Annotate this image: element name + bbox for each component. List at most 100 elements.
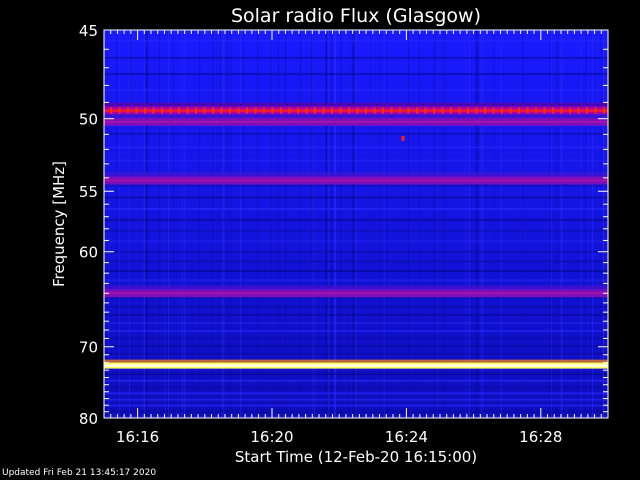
band-spike <box>220 107 223 114</box>
band-center <box>104 120 608 123</box>
band-spike <box>195 107 197 114</box>
texture-row <box>104 146 608 149</box>
y-tick-label: 60 <box>79 244 98 262</box>
band-spike <box>161 107 163 114</box>
band-spike <box>458 107 461 114</box>
band-spike <box>178 107 180 114</box>
x-tick-label: 16:24 <box>385 428 428 446</box>
spectrogram-chart: Solar radio Flux (Glasgow) 45 50 55 60 70 80 1… <box>50 5 609 466</box>
band-spike <box>509 107 512 114</box>
texture-row <box>104 159 608 162</box>
band-spike <box>586 107 588 114</box>
band-center <box>104 364 608 367</box>
band-spike <box>492 107 495 114</box>
texture-row <box>104 270 608 272</box>
band-spike <box>407 107 410 114</box>
band-spike <box>543 107 546 114</box>
texture-row <box>104 373 608 376</box>
texture-row <box>104 392 608 395</box>
band-spike <box>424 107 427 114</box>
band-spike <box>373 107 376 114</box>
texture-row <box>104 352 608 355</box>
texture-row <box>104 379 608 382</box>
texture-row <box>104 279 608 282</box>
texture-row <box>104 219 608 222</box>
band-spike <box>416 107 418 114</box>
band-spike <box>535 107 537 114</box>
band-spike <box>577 107 580 114</box>
band-spike <box>484 107 486 114</box>
band-spike <box>475 107 478 114</box>
band-spike <box>569 107 571 114</box>
texture-row <box>104 398 608 401</box>
band-spike <box>135 107 138 114</box>
texture-row <box>104 314 608 316</box>
band-spike <box>229 107 231 114</box>
y-tick-label: 80 <box>79 410 98 428</box>
burst-blip <box>401 135 405 141</box>
band-spike <box>501 107 503 114</box>
band-spike <box>127 107 129 114</box>
texture-row <box>104 184 608 187</box>
band-spike <box>467 107 469 114</box>
band-spike <box>237 107 240 114</box>
band-spike <box>331 107 333 114</box>
band-spike <box>152 107 155 114</box>
chart-title: Solar radio Flux (Glasgow) <box>231 5 481 27</box>
band-spike <box>348 107 350 114</box>
texture-row <box>104 230 608 232</box>
band-spike <box>399 107 401 114</box>
x-tick-label: 16:20 <box>250 428 293 446</box>
texture-row <box>104 404 608 407</box>
texture-row <box>104 322 608 325</box>
band-spike <box>144 107 146 114</box>
texture-row <box>104 208 608 210</box>
band-spike <box>314 107 316 114</box>
texture-row <box>104 88 608 91</box>
band-spike <box>450 107 452 114</box>
band-center <box>104 292 608 295</box>
band-spike <box>203 107 206 114</box>
y-axis-label: Frequency [MHz] <box>50 161 68 287</box>
texture-row <box>104 56 608 59</box>
texture-row <box>104 410 608 413</box>
y-tick-label: 55 <box>79 183 98 201</box>
texture-row <box>104 297 608 300</box>
x-tick-label: 16:16 <box>116 428 159 446</box>
band-spike <box>263 107 265 114</box>
band-spike <box>339 107 342 114</box>
texture-row <box>104 73 608 76</box>
band-spike <box>390 107 393 114</box>
band-spike <box>518 107 520 114</box>
band-spike <box>271 107 274 114</box>
band-spike <box>280 107 282 114</box>
texture-row <box>104 305 608 308</box>
band-spike <box>433 107 435 114</box>
band-spike <box>526 107 529 114</box>
band-spike <box>603 107 605 114</box>
x-axis-label: Start Time (12-Feb-20 16:15:00) <box>235 448 477 466</box>
band-spike <box>246 107 248 114</box>
band-spike <box>297 107 299 114</box>
band-spike <box>560 107 563 114</box>
texture-row <box>104 132 608 135</box>
y-tick-label: 70 <box>79 339 98 357</box>
band-spike <box>254 107 257 114</box>
band-spike <box>212 107 214 114</box>
band-spike <box>288 107 291 114</box>
band-spike <box>552 107 554 114</box>
texture-row <box>104 337 608 340</box>
texture-row <box>104 240 608 243</box>
updated-timestamp: Updated Fri Feb 21 13:45:17 2020 <box>2 468 157 478</box>
texture-row <box>104 196 608 199</box>
band-spike <box>186 107 189 114</box>
texture-row <box>104 330 608 332</box>
band-spike <box>441 107 444 114</box>
band-center <box>104 179 608 182</box>
band-spike <box>110 107 112 114</box>
band-spike <box>382 107 384 114</box>
texture-row <box>104 386 608 389</box>
texture-row <box>104 250 608 253</box>
band-spike <box>365 107 367 114</box>
y-tick-label: 50 <box>79 111 98 129</box>
